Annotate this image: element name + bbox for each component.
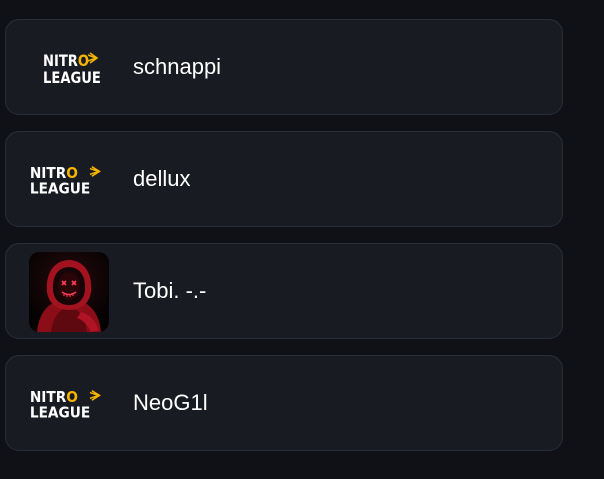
masked-hoodie-photo	[29, 252, 109, 332]
player-name: schnappi	[133, 54, 222, 79]
player-card[interactable]: NITRO LEAGUE schnappi	[5, 19, 563, 115]
avatar: NITRO LEAGUE	[29, 364, 109, 444]
flame-icon	[89, 390, 101, 401]
player-name: Tobi. -.-	[133, 278, 207, 303]
avatar: NITRO LEAGUE	[29, 28, 109, 108]
svg-text:LEAGUE: LEAGUE	[30, 405, 90, 421]
svg-text:LEAGUE: LEAGUE	[43, 69, 101, 88]
nitro-league-logo: NITRO LEAGUE	[43, 52, 101, 88]
nitro-league-logo: NITRO LEAGUE	[30, 165, 101, 197]
player-name: NeoG1l	[133, 390, 208, 415]
player-card[interactable]: NITRO LEAGUE dellux	[5, 131, 563, 227]
svg-text:LEAGUE: LEAGUE	[30, 181, 90, 197]
flame-icon	[87, 52, 99, 64]
player-card[interactable]: Tobi. -.-	[5, 243, 563, 339]
nitro-league-logo: NITRO LEAGUE	[30, 389, 101, 421]
svg-text:NITRO: NITRO	[43, 52, 89, 71]
player-name: dellux	[133, 166, 191, 191]
player-card[interactable]: NITRO LEAGUE NeoG1l	[5, 355, 563, 451]
player-list: NITRO LEAGUE schnappi NITRO LEAGUE dellu…	[0, 0, 604, 479]
flame-icon	[89, 166, 101, 177]
avatar: NITRO LEAGUE	[29, 140, 109, 220]
avatar	[29, 252, 109, 332]
